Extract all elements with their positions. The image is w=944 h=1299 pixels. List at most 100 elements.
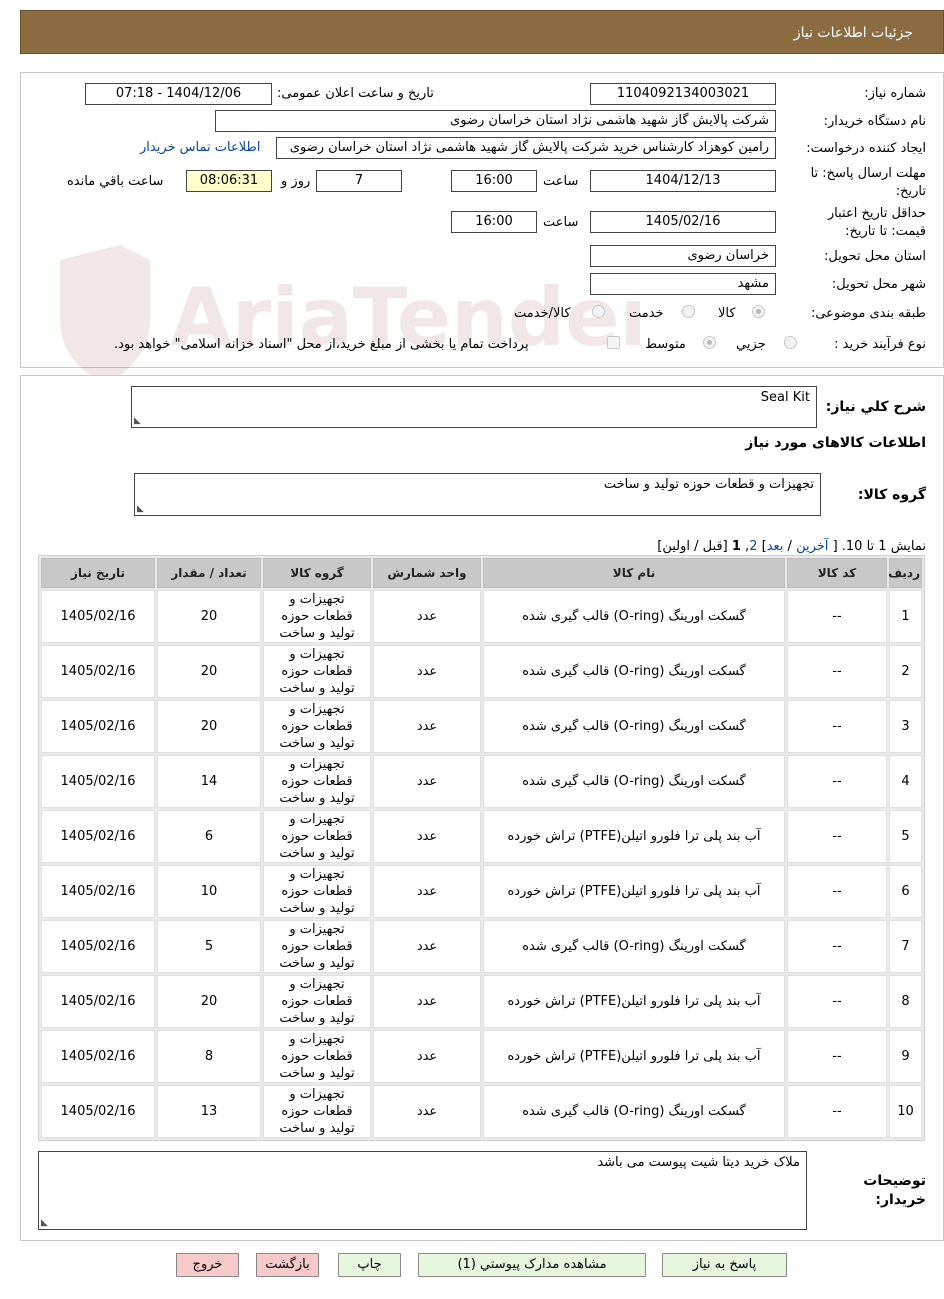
notes-value: ملاک خرید دیتا شیت پیوست می باشد xyxy=(597,1155,800,1170)
announce-label: تاریخ و ساعت اعلان عمومی: xyxy=(277,86,434,101)
cell-name: گسکت اورینگ (O-ring) قالب گیری شده xyxy=(483,755,785,808)
category-goods-radio[interactable] xyxy=(752,305,765,318)
cell-date: 1405/02/16 xyxy=(41,810,155,863)
category-label: طبقه بندی موضوعی: xyxy=(810,306,926,321)
col-header-quantity: تعداد / مقدار xyxy=(157,558,261,588)
cell-quantity: 20 xyxy=(157,700,261,753)
category-goods-label: کالا xyxy=(718,306,736,321)
buyer-org-label: نام دستگاه خریدار: xyxy=(823,114,926,129)
table-row: 9 -- آب بند پلی ترا فلورو اتیلن(PTFE) تراش… xyxy=(41,1030,922,1083)
cell-name: گسکت اورینگ (O-ring) قالب گیری شده xyxy=(483,590,785,643)
resize-grip-icon[interactable]: ◢ xyxy=(41,1218,48,1228)
category-both-radio[interactable] xyxy=(592,305,605,318)
deadline-time-label: ساعت xyxy=(543,174,579,189)
cell-group: تجهیزات و قطعات حوزه تولید و ساخت xyxy=(263,1030,371,1083)
cell-group: تجهیزات و قطعات حوزه تولید و ساخت xyxy=(263,590,371,643)
table-row: 6 -- آب بند پلی ترا فلورو اتیلن(PTFE) تراش… xyxy=(41,865,922,918)
resize-grip-icon[interactable]: ◢ xyxy=(134,416,141,426)
pagination-next[interactable]: بعد xyxy=(767,539,784,554)
description-label: شرح کلي نیاز: xyxy=(825,399,926,415)
validity-label-2: قیمت: تا تاریخ: xyxy=(845,224,926,239)
cell-date: 1405/02/16 xyxy=(41,1030,155,1083)
buyer-contact-link[interactable]: اطلاعات تماس خریدار xyxy=(140,140,260,155)
col-header-group: گروه کالا xyxy=(263,558,371,588)
cell-quantity: 13 xyxy=(157,1085,261,1138)
goods-info-title: اطلاعات کالاهای مورد نیاز xyxy=(745,435,926,451)
description-textarea[interactable]: Seal Kit ◢ xyxy=(131,386,817,428)
deadline-label-2: تاریخ: xyxy=(895,184,926,199)
col-header-name: نام کالا xyxy=(483,558,785,588)
pagination-page-2[interactable]: 2 xyxy=(749,539,757,554)
cell-code: -- xyxy=(787,920,887,973)
need-number-field: 1104092134003021 xyxy=(590,83,776,105)
exit-button[interactable]: خروج xyxy=(176,1253,239,1277)
group-textarea[interactable]: تجهیزات و قطعات حوزه تولید و ساخت ◢ xyxy=(134,473,821,516)
validity-time-field: 16:00 xyxy=(451,211,537,233)
table-row: 3 -- گسکت اورینگ (O-ring) قالب گیری شده عدد… xyxy=(41,700,922,753)
col-header-date: تاریخ نیاز xyxy=(41,558,155,588)
resize-grip-icon[interactable]: ◢ xyxy=(137,504,144,514)
cell-group: تجهیزات و قطعات حوزه تولید و ساخت xyxy=(263,865,371,918)
table-row: 8 -- آب بند پلی ترا فلورو اتیلن(PTFE) تراش… xyxy=(41,975,922,1028)
remaining-time-field: 08:06:31 xyxy=(186,170,272,192)
cell-code: -- xyxy=(787,590,887,643)
cell-unit: عدد xyxy=(373,700,481,753)
table-row: 10 -- گسکت اورینگ (O-ring) قالب گیری شده عد… xyxy=(41,1085,922,1138)
cell-date: 1405/02/16 xyxy=(41,700,155,753)
pagination-summary: نمایش 1 تا 10. [ xyxy=(832,539,926,554)
cell-row-number: 7 xyxy=(889,920,922,973)
notes-textarea[interactable]: ملاک خرید دیتا شیت پیوست می باشد ◢ xyxy=(38,1151,807,1230)
process-medium-label: متوسط xyxy=(645,337,686,352)
cell-code: -- xyxy=(787,810,887,863)
process-medium-radio[interactable] xyxy=(703,336,716,349)
days-label: روز و xyxy=(281,174,311,189)
cell-unit: عدد xyxy=(373,920,481,973)
cell-row-number: 3 xyxy=(889,700,922,753)
back-button[interactable]: بازگشت xyxy=(256,1253,319,1277)
col-header-unit: واحد شمارش xyxy=(373,558,481,588)
cell-quantity: 20 xyxy=(157,590,261,643)
cell-name: گسکت اورینگ (O-ring) قالب گیری شده xyxy=(483,645,785,698)
page-title: جزئیات اطلاعات نیاز xyxy=(793,25,913,41)
validity-date-field: 1405/02/16 xyxy=(590,211,776,233)
category-service-label: خدمت xyxy=(629,306,664,321)
pagination-last[interactable]: آخرین xyxy=(796,539,828,554)
cell-group: تجهیزات و قطعات حوزه تولید و ساخت xyxy=(263,975,371,1028)
cell-quantity: 14 xyxy=(157,755,261,808)
treasury-checkbox[interactable] xyxy=(607,336,620,349)
category-both-label: کالا/خدمت xyxy=(514,306,571,321)
pagination-sep: / xyxy=(787,539,792,554)
page-header: جزئیات اطلاعات نیاز xyxy=(20,10,944,54)
cell-code: -- xyxy=(787,700,887,753)
process-small-radio[interactable] xyxy=(784,336,797,349)
pagination-page-1: 1 xyxy=(731,539,741,554)
validity-time-label: ساعت xyxy=(543,215,579,230)
col-header-row-number: ردیف xyxy=(888,558,922,588)
cell-quantity: 20 xyxy=(157,645,261,698)
group-label: گروه کالا: xyxy=(857,487,926,503)
col-header-code: کد کالا xyxy=(787,558,887,588)
print-button[interactable]: چاپ xyxy=(338,1253,401,1277)
reply-button[interactable]: پاسخ به نیاز xyxy=(662,1253,787,1277)
cell-code: -- xyxy=(787,755,887,808)
view-attachments-button[interactable]: مشاهده مدارک پیوستي (1) xyxy=(418,1253,646,1277)
category-service-radio[interactable] xyxy=(682,305,695,318)
cell-unit: عدد xyxy=(373,755,481,808)
cell-unit: عدد xyxy=(373,1085,481,1138)
process-small-label: جزیي xyxy=(736,337,766,352)
pagination: نمایش 1 تا 10. [ آخرین / بعد] 2, 1 [قبل … xyxy=(657,539,926,554)
process-label: نوع فرآیند خرید : xyxy=(834,337,926,352)
cell-name: آب بند پلی ترا فلورو اتیلن(PTFE) تراش خو… xyxy=(483,810,785,863)
cell-name: گسکت اورینگ (O-ring) قالب گیری شده xyxy=(483,700,785,753)
cell-unit: عدد xyxy=(373,1030,481,1083)
cell-group: تجهیزات و قطعات حوزه تولید و ساخت xyxy=(263,810,371,863)
cell-group: تجهیزات و قطعات حوزه تولید و ساخت xyxy=(263,755,371,808)
cell-date: 1405/02/16 xyxy=(41,755,155,808)
cell-date: 1405/02/16 xyxy=(41,645,155,698)
cell-row-number: 6 xyxy=(889,865,922,918)
cell-date: 1405/02/16 xyxy=(41,1085,155,1138)
province-label: استان محل تحویل: xyxy=(824,249,926,264)
cell-date: 1405/02/16 xyxy=(41,975,155,1028)
cell-quantity: 20 xyxy=(157,975,261,1028)
cell-name: آب بند پلی ترا فلورو اتیلن(PTFE) تراش خو… xyxy=(483,1030,785,1083)
